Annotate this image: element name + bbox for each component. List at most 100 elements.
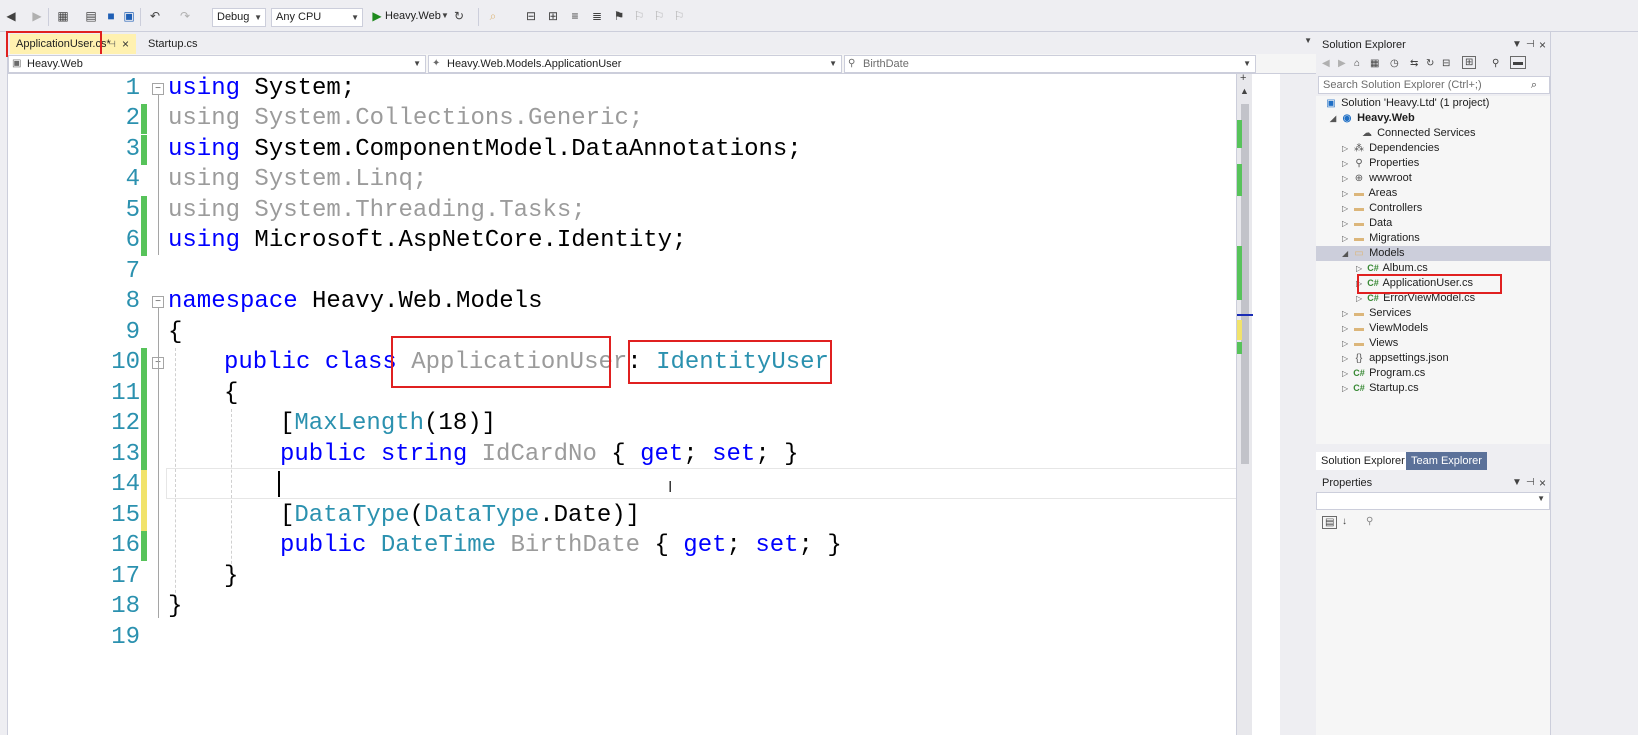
collapse-toggle[interactable]: − [152,83,164,95]
editor-scrollbar[interactable]: + ▲ [1236,72,1253,735]
line-number: 15 [111,502,140,529]
properties-icon[interactable]: ⚲ [1492,58,1499,69]
pin-icon[interactable]: ⊣ [1526,36,1535,54]
line-number: 18 [111,593,140,620]
search-icon[interactable]: ⌕ [1531,77,1537,93]
line-number: 3 [125,136,140,163]
next-bookmark-icon[interactable]: ⚐ [652,9,666,23]
scroll-up-icon[interactable]: ▲ [1240,86,1249,96]
tree-item-services[interactable]: ▷ ▬ Services [1342,306,1411,321]
back-icon[interactable]: ◀ [1322,58,1330,69]
close-icon[interactable]: × [122,34,129,54]
new-project-icon[interactable]: ▦ [56,9,70,23]
line-number: 8 [125,288,140,315]
tab-team-explorer[interactable]: Team Explorer [1406,452,1487,470]
tree-item-applicationuser[interactable]: ▷ C# ApplicationUser.cs [1356,276,1473,291]
properties-header: Properties ▼ ⊣ × [1316,474,1550,492]
window-menu-icon[interactable]: ▼ [1512,36,1522,54]
tree-item-appsettings[interactable]: ▷{} appsettings.json [1342,351,1449,366]
collapse-toggle[interactable]: − [152,296,164,308]
forward-icon[interactable]: ▶ [1338,58,1346,69]
run-dropdown-icon[interactable]: ▼ [438,9,452,23]
tree-item-startup[interactable]: ▷ C# Startup.cs [1342,381,1419,396]
csharp-file-icon: C# [1367,293,1379,303]
tab-applicationuser[interactable]: ApplicationUser.cs* ⊣ × [10,34,136,54]
tab-solution-explorer[interactable]: Solution Explorer [1316,452,1410,470]
close-icon[interactable]: × [1539,474,1546,492]
tab-overflow-icon[interactable]: ▼ [1304,36,1312,45]
tree-item-album[interactable]: ▷ C# Album.cs [1356,261,1428,276]
show-all-files-icon[interactable]: ⊞ [1462,56,1477,69]
code-line-12: [MaxLength(18)] [280,410,497,437]
tree-item-viewmodels[interactable]: ▷ ▬ ViewModels [1342,321,1428,336]
categorized-icon[interactable]: ▤ [1322,516,1338,529]
tree-item-dependencies[interactable]: ▷ ⁂ Dependencies [1342,141,1439,156]
properties-object-select[interactable]: ▼ [1316,492,1550,510]
tree-item-program[interactable]: ▷ C# Program.cs [1342,366,1425,381]
indent-icon[interactable]: ≡ [568,9,582,23]
navigation-bar: ▣ Heavy.Web ▼ ✦ Heavy.Web.Models.Applicatio… [8,54,1316,74]
property-pages-icon[interactable]: ⚲ [1366,516,1373,527]
code-editor[interactable]: 1 2 3 4 5 6 7 8 9 10 11 12 13 14 15 16 1… [8,72,1280,735]
open-file-icon[interactable]: ▤ [84,9,98,23]
undo-icon[interactable]: ↶ [148,9,162,23]
close-icon[interactable]: × [1539,36,1546,54]
collapse-all-icon[interactable]: ⊟ [1442,58,1450,69]
tree-item-views[interactable]: ▷ ▬ Views [1342,336,1398,351]
refresh-icon[interactable]: ↻ [452,9,466,23]
platform-select[interactable]: Any CPU ▼ [271,8,363,27]
save-all-icon[interactable]: ▣ [122,9,136,23]
split-icon[interactable]: + [1240,72,1246,84]
tree-item-areas[interactable]: ▷ ▬ Areas [1342,186,1397,201]
project-dropdown[interactable]: ▣ Heavy.Web ▼ [8,55,426,73]
tree-item-data[interactable]: ▷ ▬ Data [1342,216,1392,231]
line-number: 7 [125,258,140,285]
scroll-thumb[interactable] [1241,104,1249,464]
tree-item-solution[interactable]: ▣ Solution 'Heavy.Ltd' (1 project) [1324,96,1489,111]
back-icon[interactable]: ◀ [4,9,18,23]
bookmark-icon[interactable]: ⚑ [612,9,626,23]
run-icon[interactable]: ▶ [370,9,384,23]
tree-item-connected-services[interactable]: ☁ Connected Services [1350,126,1476,141]
project-icon: ▣ [12,58,22,69]
pin-icon[interactable]: ⊣ [1526,474,1535,492]
pin-icon[interactable]: ⊣ [108,34,116,54]
tree-item-controllers[interactable]: ▷ ▬ Controllers [1342,201,1422,216]
tree-item-models[interactable]: ◢ ▭ Models [1316,246,1550,261]
clear-bookmark-icon[interactable]: ⚐ [672,9,686,23]
change-marker [141,135,147,165]
solution-search-input[interactable]: Search Solution Explorer (Ctrl+;) ⌕ [1318,76,1550,94]
pending-changes-icon[interactable]: ◷ [1390,58,1399,69]
switch-views-icon[interactable]: ▦ [1370,58,1379,69]
preview-icon[interactable]: ▬ [1510,56,1526,69]
tab-startup[interactable]: Startup.cs [142,34,232,54]
layout-icon[interactable]: ⊟ [524,9,538,23]
type-dropdown[interactable]: ✦ Heavy.Web.Models.ApplicationUser ▼ [428,55,842,73]
line-number: 4 [125,166,140,193]
configuration-select[interactable]: Debug ▼ [212,8,266,27]
redo-icon[interactable]: ↷ [178,9,192,23]
prev-bookmark-icon[interactable]: ⚐ [632,9,646,23]
tree-item-migrations[interactable]: ▷ ▬ Migrations [1342,231,1420,246]
alphabetical-icon[interactable]: ↓ [1342,516,1347,527]
refresh-icon[interactable]: ↻ [1426,58,1434,69]
member-dropdown[interactable]: ⚲ BirthDate ▼ [844,55,1256,73]
run-target[interactable]: Heavy.Web [385,9,441,23]
align-icon[interactable]: ⊞ [546,9,560,23]
save-icon[interactable]: ■ [104,9,118,23]
platform-value: Any CPU [276,11,322,23]
tree-item-project[interactable]: ◢ ◉ Heavy.Web [1330,111,1415,126]
tree-item-properties[interactable]: ▷ ⚲ Properties [1342,156,1419,171]
forward-icon[interactable]: ▶ [30,9,44,23]
folder-icon: ▬ [1354,188,1364,199]
code-line-11: { [224,380,239,407]
outdent-icon[interactable]: ≣ [590,9,604,23]
line-number: 10 [111,349,140,376]
tree-item-errorviewmodel[interactable]: ▷ C# ErrorViewModel.cs [1356,291,1475,306]
line-number: 1 [125,75,140,102]
window-menu-icon[interactable]: ▼ [1512,474,1522,492]
find-icon[interactable]: ⌕ [486,9,500,23]
home-icon[interactable]: ⌂ [1354,58,1360,69]
sync-icon[interactable]: ⇆ [1410,58,1418,69]
tree-item-wwwroot[interactable]: ▷ ⊕ wwwroot [1342,171,1412,186]
